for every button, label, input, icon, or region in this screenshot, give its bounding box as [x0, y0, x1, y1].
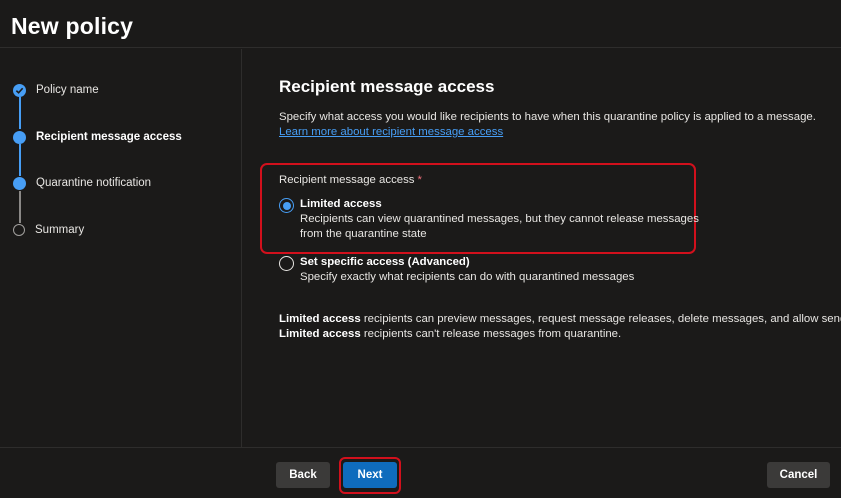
- radio-unchecked-icon[interactable]: [279, 256, 294, 271]
- section-description: Specify what access you would like recip…: [279, 110, 827, 140]
- note-line: Limited access recipients can preview me…: [279, 312, 841, 327]
- step-recipient-message-access[interactable]: Recipient message access: [13, 127, 182, 147]
- next-button[interactable]: Next: [343, 462, 397, 488]
- radio-set-specific-access[interactable]: Set specific access (Advanced) Specify e…: [279, 255, 710, 285]
- footer-bar: [0, 447, 841, 498]
- back-button[interactable]: Back: [276, 462, 330, 488]
- radio-description: Recipients can view quarantined messages…: [300, 213, 699, 240]
- radio-limited-access[interactable]: Limited access Recipients can view quara…: [279, 197, 710, 242]
- note-line: Limited access recipients can't release …: [279, 327, 841, 342]
- wizard-steps-sidebar: Policy name Recipient message access Qua…: [0, 49, 242, 447]
- step-label: Policy name: [36, 84, 99, 96]
- current-step-dot-icon: [13, 130, 26, 144]
- header: New policy: [0, 0, 841, 48]
- step-label: Quarantine notification: [36, 177, 152, 189]
- section-title: Recipient message access: [279, 77, 495, 96]
- cancel-button[interactable]: Cancel: [767, 462, 830, 488]
- description-text: Specify what access you would like recip…: [279, 111, 816, 123]
- learn-more-link[interactable]: Learn more about recipient message acces…: [279, 126, 503, 138]
- step-connector: [19, 191, 21, 223]
- radio-title: Set specific access (Advanced): [300, 256, 470, 268]
- radio-description: Specify exactly what recipients can do w…: [300, 271, 635, 283]
- step-quarantine-notification[interactable]: Quarantine notification: [13, 173, 151, 193]
- note-text: recipients can't release messages from q…: [360, 327, 622, 340]
- note-bold: Limited access: [279, 313, 361, 325]
- note-text: recipients can preview messages, request…: [360, 313, 841, 325]
- access-notes: Limited access recipients can preview me…: [279, 312, 841, 341]
- radio-title: Limited access: [300, 198, 382, 210]
- note-bold: Limited access: [279, 327, 361, 340]
- step-label: Recipient message access: [36, 131, 182, 143]
- step-summary[interactable]: Summary: [13, 220, 84, 240]
- step-policy-name[interactable]: Policy name: [13, 80, 99, 100]
- required-indicator: *: [417, 174, 422, 186]
- step-connector: [19, 97, 21, 129]
- field-label-text: Recipient message access: [279, 174, 415, 186]
- step-connector: [19, 144, 21, 176]
- field-label: Recipient message access *: [279, 174, 422, 186]
- checkmark-icon: [13, 83, 26, 97]
- step-dot-icon: [13, 176, 26, 190]
- step-label: Summary: [35, 224, 85, 236]
- step-empty-dot-icon: [13, 224, 25, 236]
- radio-checked-icon[interactable]: [279, 198, 294, 213]
- page-title: New policy: [11, 13, 134, 39]
